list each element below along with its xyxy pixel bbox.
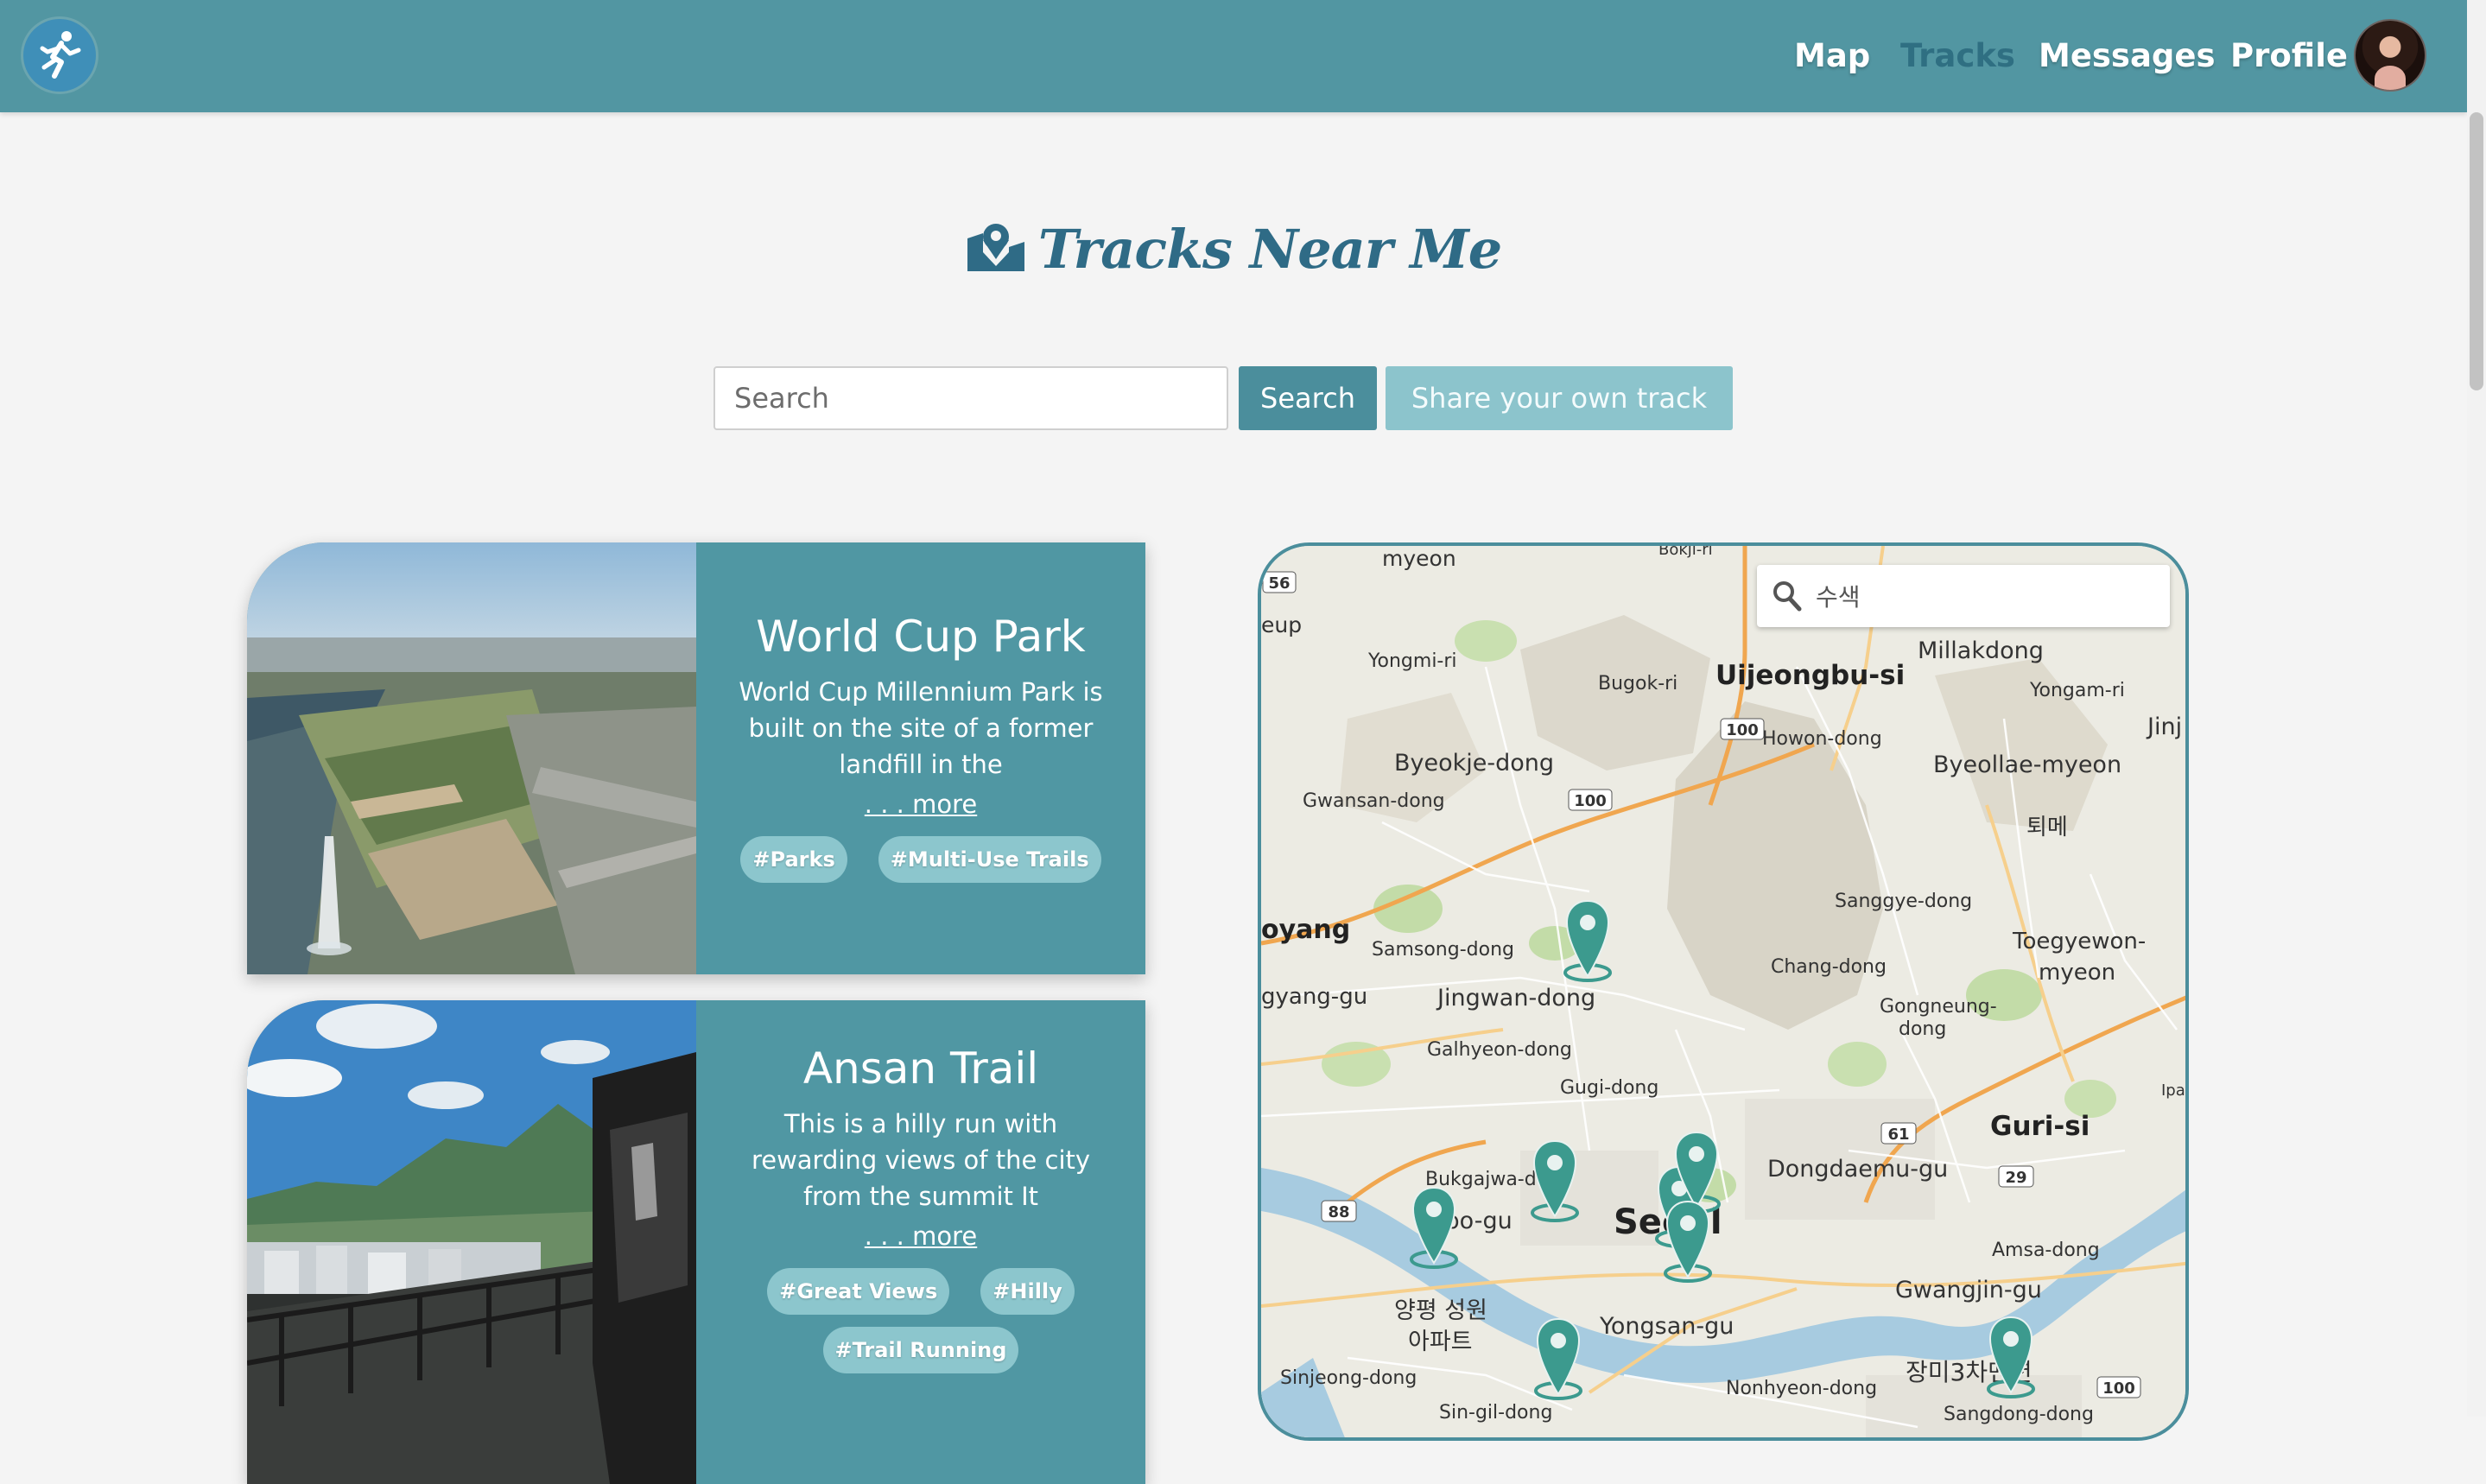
- road-shield: 56: [1268, 574, 1290, 593]
- map-label: Samsong-dong: [1372, 939, 1514, 961]
- map-pin-icon[interactable]: [1987, 1315, 2035, 1405]
- road-shield: 100: [2102, 1379, 2135, 1398]
- map-label: oyang: [1261, 915, 1350, 945]
- map-label: Guri-si: [1990, 1111, 2090, 1142]
- map-label: Galhyeon-dong: [1427, 1039, 1572, 1061]
- map-label: 아파트: [1408, 1329, 1473, 1355]
- scrollbar-thumb[interactable]: [2470, 112, 2483, 390]
- map-label: Gwangjin-gu: [1895, 1277, 2042, 1303]
- tag-great-views[interactable]: #Great Views: [767, 1268, 950, 1315]
- map-tiles[interactable]: 56 100 100 88 61 29 100 myeon eup Bokji-…: [1261, 546, 2189, 1441]
- map-label: Chang-dong: [1771, 956, 1887, 978]
- map-pin-icon[interactable]: [1534, 1316, 1582, 1406]
- map-label: Yongmi-ri: [1367, 650, 1457, 672]
- map-label: Amsa-dong: [1992, 1240, 2100, 1261]
- page-title: Tracks Near Me: [0, 218, 2467, 286]
- map-pin-icon[interactable]: [1410, 1185, 1458, 1275]
- map-label: eup: [1261, 612, 1302, 637]
- more-link[interactable]: . . . more: [865, 790, 977, 819]
- search-icon: [1773, 581, 1802, 612]
- nav-link-map[interactable]: Map: [1794, 35, 1870, 78]
- map-label: 양평 성원: [1394, 1297, 1487, 1324]
- map-label: Millakdong: [1918, 637, 2044, 664]
- map-search-input[interactable]: [1814, 574, 2154, 620]
- search-input[interactable]: [713, 366, 1228, 430]
- map-label: Yongsan-gu: [1599, 1313, 1734, 1340]
- track-title: World Cup Park: [756, 612, 1086, 662]
- map-label: myeon: [2039, 960, 2115, 986]
- map-label: Byeollae-myeon: [1933, 752, 2121, 778]
- map-label: Yongam-ri: [2029, 680, 2125, 701]
- tag-hilly[interactable]: #Hilly: [980, 1268, 1075, 1315]
- road-shield: 88: [1328, 1203, 1349, 1221]
- road-shield: 61: [1887, 1126, 1909, 1144]
- map-label: Uijeongbu-si: [1715, 660, 1905, 691]
- page-title-text: Tracks Near Me: [1037, 218, 1502, 281]
- map-label: Toegyewon-: [2012, 929, 2146, 954]
- tag-trail-running[interactable]: #Trail Running: [822, 1327, 1019, 1373]
- road-shield: 100: [1726, 721, 1759, 739]
- track-map[interactable]: 56 100 100 88 61 29 100 myeon eup Bokji-…: [1258, 542, 2189, 1441]
- map-pin-icon[interactable]: [1664, 1199, 1712, 1289]
- nav-link-tracks[interactable]: Tracks: [1900, 35, 2015, 78]
- map-label: Bugok-ri: [1598, 673, 1677, 694]
- map-label: dong: [1899, 1018, 1946, 1040]
- share-track-button[interactable]: Share your own track: [1386, 366, 1733, 430]
- map-marker-icon: [966, 221, 1026, 286]
- map-label: Bokji-ri: [1658, 546, 1713, 559]
- map-label: Byeokje-dong: [1394, 750, 1554, 777]
- map-label: Nonhyeon-dong: [1726, 1378, 1877, 1399]
- map-label: Ipae: [2161, 1081, 2189, 1100]
- track-card[interactable]: Ansan Trail This is a hilly run with rew…: [247, 1000, 1145, 1484]
- map-label: Sinjeong-dong: [1280, 1367, 1417, 1389]
- track-description: This is a hilly run with rewarding views…: [751, 1109, 1091, 1211]
- nav-link-messages[interactable]: Messages: [2039, 35, 2216, 78]
- tag-multi-use-trails[interactable]: #Multi-Use Trails: [878, 836, 1101, 883]
- map-pin-icon[interactable]: [1531, 1138, 1579, 1228]
- map-label: myeon: [1382, 546, 1456, 571]
- map-label: Jingwan-dong: [1436, 985, 1595, 1012]
- top-navbar: Map Tracks Messages Profile: [0, 0, 2467, 112]
- track-description: World Cup Millennium Park is built on th…: [739, 677, 1103, 779]
- more-link[interactable]: . . . more: [865, 1221, 977, 1251]
- nav-link-profile[interactable]: Profile: [2230, 35, 2348, 78]
- map-pin-icon[interactable]: [1563, 898, 1612, 988]
- track-card[interactable]: World Cup Park World Cup Millennium Park…: [247, 542, 1145, 974]
- avatar[interactable]: [2354, 19, 2426, 92]
- map-label: Howon-dong: [1762, 728, 1882, 750]
- map-search-box[interactable]: [1757, 565, 2170, 627]
- map-label: Jinj: [2146, 713, 2182, 740]
- search-button[interactable]: Search: [1239, 366, 1377, 430]
- map-label: 퇴메: [2026, 815, 2068, 840]
- track-title: Ansan Trail: [802, 1043, 1039, 1094]
- map-label: gyang-gu: [1261, 984, 1367, 1010]
- track-photo[interactable]: [247, 1000, 696, 1484]
- map-label: Sangdong-dong: [1944, 1404, 2094, 1425]
- map-label: Gwansan-dong: [1303, 790, 1445, 812]
- map-label: Dongdaemu-gu: [1767, 1156, 1948, 1183]
- tag-parks[interactable]: #Parks: [740, 836, 847, 883]
- map-label: Sanggye-dong: [1835, 891, 1972, 912]
- track-photo[interactable]: [247, 542, 696, 974]
- road-shield: 100: [1574, 792, 1607, 810]
- map-label: Gugi-dong: [1560, 1077, 1658, 1099]
- runner-icon[interactable]: [23, 19, 96, 92]
- map-label: Gongneung-: [1880, 996, 1997, 1018]
- road-shield: 29: [2005, 1169, 2026, 1187]
